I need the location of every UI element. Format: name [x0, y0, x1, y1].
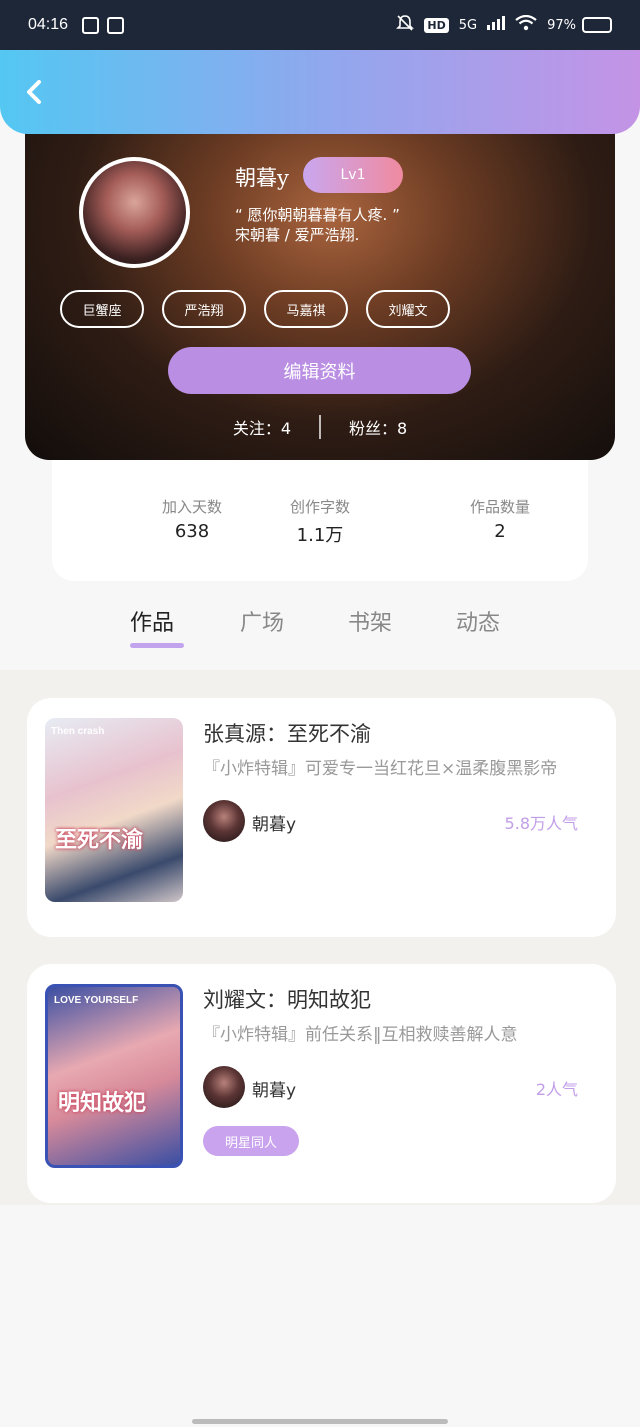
mute-bell-icon	[396, 14, 415, 36]
profile-tag[interactable]: 巨蟹座	[60, 290, 144, 328]
network-label: 5G	[458, 17, 478, 33]
home-indicator[interactable]	[192, 1419, 448, 1424]
stat-works-count: 作品数量 2	[469, 498, 530, 542]
profile-nickname: 朝暮y	[235, 166, 289, 190]
back-button[interactable]	[20, 78, 48, 106]
battery-status: 97%	[547, 17, 612, 33]
wifi-icon	[515, 14, 537, 35]
tab-works[interactable]: 作品	[130, 605, 174, 637]
profile-avatar[interactable]	[79, 157, 190, 268]
status-time: 04:16	[28, 16, 69, 33]
profile-tag[interactable]: 严浩翔	[162, 290, 246, 328]
work-title[interactable]: 刘耀文：明知故犯	[203, 984, 371, 1014]
battery-icon	[582, 17, 612, 33]
author-avatar[interactable]	[203, 800, 245, 842]
profile-tags: 巨蟹座 严浩翔 马嘉祺 刘耀文	[60, 290, 450, 328]
chevron-left-icon	[27, 80, 41, 104]
top-header	[0, 50, 640, 134]
work-card[interactable]: LOVE YOURSELF 明知故犯 刘耀文：明知故犯 『小炸特辑』前任关系‖互…	[27, 964, 616, 1203]
work-cover[interactable]: Then crash 至死不渝	[45, 718, 183, 902]
work-description: 『小炸特辑』前任关系‖互相救赎善解人意	[203, 1025, 518, 1045]
follow-stats: 关注：4 粉丝：8	[25, 414, 615, 440]
active-tab-indicator	[130, 643, 184, 648]
document-notification-icon	[107, 16, 125, 34]
stat-word-count: 创作字数 1.1万	[289, 498, 350, 546]
author-name[interactable]: 朝暮y	[252, 810, 296, 835]
fans-count[interactable]: 粉丝：8	[349, 415, 407, 439]
hd-badge: HD	[424, 17, 449, 33]
edit-profile-button[interactable]: 编辑资料	[168, 347, 471, 394]
tab-square[interactable]: 广场	[240, 605, 284, 637]
author-avatar[interactable]	[203, 1066, 245, 1108]
signal-icon	[487, 16, 506, 34]
profile-card: 朝暮y Lv1 “ 愿你朝朝暮暮有人疼. ” 宋朝暮 / 爱严浩翔. 巨蟹座 严…	[25, 110, 615, 460]
genre-tag[interactable]: 明星同人	[203, 1126, 299, 1156]
work-popularity: 2人气	[535, 1080, 578, 1099]
work-cover[interactable]: LOVE YOURSELF 明知故犯	[45, 984, 183, 1168]
following-count[interactable]: 关注：4	[233, 415, 291, 439]
profile-bio: “ 愿你朝朝暮暮有人疼. ” 宋朝暮 / 爱严浩翔.	[235, 206, 400, 244]
profile-tag[interactable]: 刘耀文	[366, 290, 450, 328]
work-title[interactable]: 张真源：至死不渝	[203, 718, 371, 748]
stat-join-days: 加入天数 638	[161, 498, 222, 542]
work-card[interactable]: Then crash 至死不渝 张真源：至死不渝 『小炸特辑』可爱专一当红花旦×…	[27, 698, 616, 937]
tab-bookshelf[interactable]: 书架	[348, 605, 392, 637]
status-bar: 04:16 HD 5G 97%	[0, 0, 640, 50]
profile-tag[interactable]: 马嘉祺	[264, 290, 348, 328]
level-badge: Lv1	[303, 157, 403, 193]
author-name[interactable]: 朝暮y	[252, 1076, 296, 1101]
divider	[319, 415, 321, 439]
works-list: Then crash 至死不渝 张真源：至死不渝 『小炸特辑』可爱专一当红花旦×…	[0, 670, 640, 1205]
tab-activity[interactable]: 动态	[456, 605, 500, 637]
work-popularity: 5.8万人气	[504, 814, 578, 833]
work-description: 『小炸特辑』可爱专一当红花旦×温柔腹黑影帝	[203, 759, 558, 779]
app-notification-icon	[82, 16, 100, 34]
profile-tabs: 作品 广场 书架 动态	[0, 600, 640, 670]
